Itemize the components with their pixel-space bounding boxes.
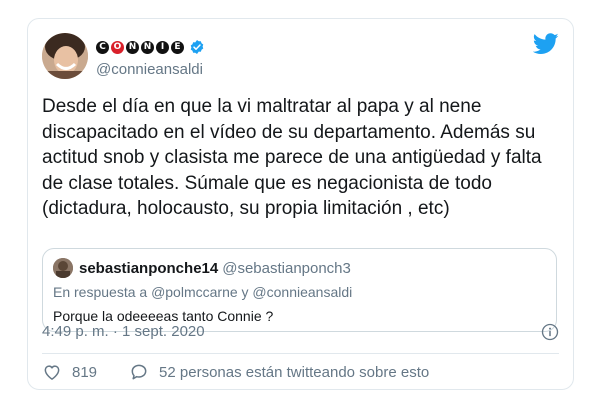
author-name-logo[interactable]: C O N N I E (96, 40, 184, 54)
conversation-link[interactable]: 52 personas están twitteando sobre esto (129, 362, 429, 382)
reply-prefix: En respuesta a (53, 284, 148, 300)
quoted-author-handle[interactable]: @sebastianponch3 (222, 260, 351, 277)
tweet-actions: 819 52 personas están twitteando sobre e… (42, 362, 429, 382)
author-avatar[interactable] (42, 33, 88, 79)
conversation-text: 52 personas están twitteando sobre esto (159, 363, 430, 381)
author-name-row[interactable]: C O N N I E (96, 39, 205, 55)
like-count: 819 (72, 363, 98, 381)
like-button[interactable]: 819 (42, 362, 97, 382)
twitter-bird-icon[interactable] (533, 33, 559, 55)
author-handle[interactable]: @connieansaldi (96, 61, 203, 78)
quoted-tweet[interactable]: sebastianponche14 @sebastianponch3 En res… (42, 248, 557, 332)
reply-mention[interactable]: @connieansaldi (252, 284, 352, 300)
quoted-reply-context: En respuesta a @polmccarne y @connieansa… (53, 284, 352, 300)
heart-icon (44, 365, 60, 380)
tweet-card: C O N N I E @connieansaldi Desde el día … (27, 18, 574, 390)
logo-letter: E (171, 40, 184, 54)
speech-bubble-icon (131, 364, 147, 380)
quoted-author-name[interactable]: sebastianponche14 (79, 260, 218, 277)
reply-mention[interactable]: @polmccarne (151, 284, 238, 300)
reply-joiner: y (241, 284, 249, 300)
verified-badge-icon (190, 40, 204, 54)
tweet-timestamp[interactable]: 4:49 p. m. · 1 sept. 2020 (42, 323, 205, 340)
quoted-header: sebastianponche14 @sebastianponch3 (79, 260, 351, 277)
logo-letter: I (156, 40, 169, 54)
logo-letter: C (96, 40, 109, 54)
divider (42, 353, 559, 354)
logo-letter: O (111, 40, 124, 54)
logo-letter: N (141, 40, 154, 54)
quoted-author-avatar (53, 258, 73, 278)
quoted-text: Porque la odeeeeas tanto Connie ? (53, 308, 274, 324)
tweet-text: Desde el día en que la vi maltratar al p… (42, 96, 542, 219)
logo-letter: N (126, 40, 139, 54)
info-icon[interactable] (541, 323, 559, 341)
